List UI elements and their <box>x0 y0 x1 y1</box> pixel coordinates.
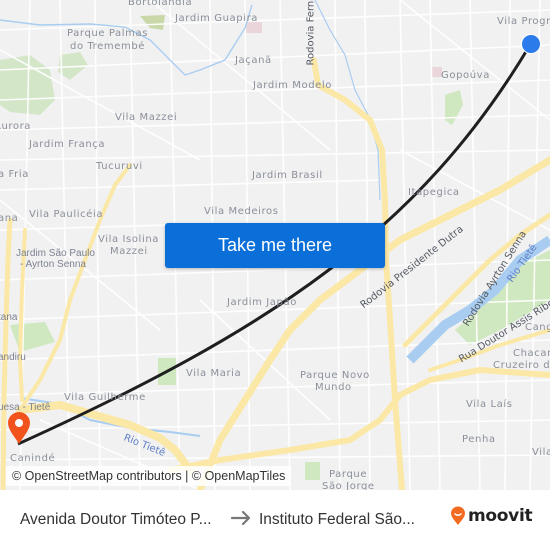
footer-bar: Avenida Doutor Timóteo P... Instituto Fe… <box>0 490 550 550</box>
neighborhood-label: Vila Mazzei <box>115 112 178 123</box>
neighborhood-label: Canindé <box>10 453 56 464</box>
neighborhood-label: Jardim França <box>29 139 106 150</box>
place-label: tana <box>0 312 18 323</box>
neighborhood-label: Vila Guilherme <box>64 392 146 403</box>
neighborhood-label: Parque <box>329 469 368 480</box>
park-area <box>305 462 320 480</box>
destination-pin-icon[interactable] <box>7 411 31 445</box>
neighborhood-label: do Tremembé <box>70 41 146 52</box>
arrow-right-icon <box>230 510 251 526</box>
neighborhood-label: Penha <box>462 434 496 445</box>
neighborhood-label: Gopoúva <box>441 70 490 81</box>
neighborhood-label: Jardim Modelo <box>253 80 333 91</box>
neighborhood-label: Bortolândia <box>128 0 193 8</box>
moovit-logo[interactable]: moovit <box>450 506 533 526</box>
neighborhood-label: Jaçanã <box>235 55 272 66</box>
road-label: Rodovia Fernão Dias <box>305 0 317 66</box>
park-area <box>10 322 55 352</box>
neighborhood-label: Vila Isolina <box>98 234 159 245</box>
neighborhood-label: São Jorge <box>322 481 375 490</box>
neighborhood-label: Vila <box>532 447 550 458</box>
neighborhood-label: Jardim Brasil <box>252 170 323 181</box>
neighborhood-label: Vila Maria <box>186 368 242 379</box>
neighborhood-label: Mundo <box>315 382 352 393</box>
origin-name: Avenida Doutor Timóteo P... <box>20 511 212 528</box>
take-me-there-button[interactable]: Take me there <box>165 223 385 268</box>
neighborhood-label: Cruzeiro d <box>493 360 550 371</box>
moovit-pin-icon <box>451 506 465 525</box>
map[interactable]: Bortolândia Jardim Guapira Parque Palmas do… <box>0 0 550 490</box>
neighborhood-label: Vila Paulicéia <box>29 209 104 220</box>
destination-name: Instituto Federal São... <box>259 511 415 528</box>
neighborhood-label: Vila Laís <box>466 399 513 410</box>
neighborhood-label: Aurora <box>0 121 32 132</box>
origin-marker-icon[interactable] <box>520 33 542 55</box>
place-label: - Ayrton Senna <box>20 259 86 270</box>
map-attribution[interactable]: © OpenStreetMap contributors | © OpenMap… <box>6 466 292 486</box>
neighborhood-label: Chacar <box>513 348 550 359</box>
neighborhood-label: Mazzei <box>110 246 148 257</box>
place-label: andiru <box>0 352 26 363</box>
neighborhood-label: a Fria <box>0 169 29 180</box>
neighborhood-label: Jardim Guapira <box>175 13 259 24</box>
neighborhood-label: Jardim Japão <box>227 297 297 308</box>
neighborhood-label: Parque Palmas <box>67 28 149 39</box>
neighborhood-label: ana <box>0 213 19 224</box>
park-area <box>445 90 463 125</box>
neighborhood-label: Vila Medeiros <box>204 206 279 217</box>
neighborhood-label: Parque Novo <box>300 370 370 381</box>
moovit-wordmark: moovit <box>468 506 533 526</box>
neighborhood-label: Tucuruvi <box>96 161 143 172</box>
neighborhood-label: Itapegica <box>408 187 460 198</box>
neighborhood-label: Vila Progr <box>497 16 550 27</box>
